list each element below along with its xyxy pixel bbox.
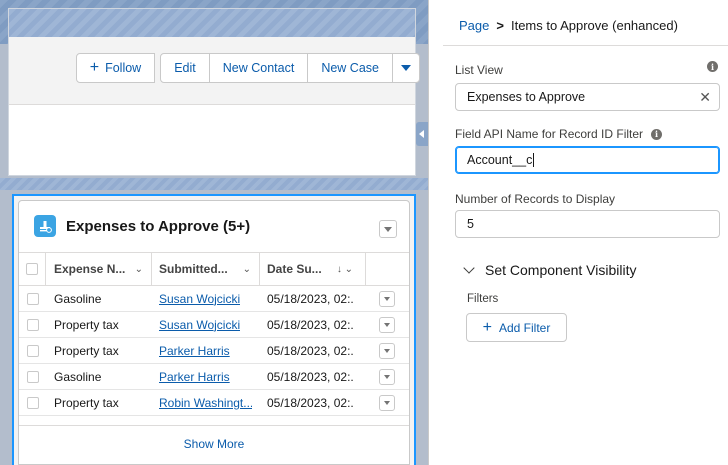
row-checkbox[interactable] (26, 292, 39, 305)
clear-icon[interactable]: ✕ (699, 89, 711, 106)
row-checkbox[interactable] (26, 370, 39, 383)
row-actions-button[interactable] (379, 342, 395, 359)
date-submitted: 05/18/2023, 02:... (267, 395, 354, 410)
chevron-down-icon[interactable]: ⌄ (135, 264, 143, 275)
caret-down-icon (384, 322, 390, 327)
select-all-checkbox[interactable] (26, 263, 38, 275)
breadcrumb-current: Items to Approve (enhanced) (510, 18, 678, 33)
column-expense-name[interactable]: Expense N... ⌄ (46, 253, 152, 285)
row-actions-button[interactable] (379, 368, 395, 385)
new-contact-button[interactable]: New Contact (208, 53, 309, 83)
row-checkbox[interactable] (26, 396, 39, 409)
num-records-label: Number of Records to Display (455, 192, 616, 206)
related-list-card[interactable]: Expenses to Approve (5+) Expense N... ⌄ … (18, 200, 410, 465)
expense-name: Property tax (54, 395, 119, 410)
record-actions: + Follow Edit New Contact New Case (75, 53, 420, 83)
related-list-header: Expenses to Approve (5+) (19, 201, 409, 251)
date-submitted: 05/18/2023, 02:... (267, 317, 354, 332)
row-checkbox[interactable] (26, 318, 39, 331)
caret-down-icon (384, 226, 392, 232)
collapse-panel-handle[interactable] (416, 122, 428, 146)
list-view-combobox[interactable]: Expenses to Approve ✕ (455, 83, 720, 111)
row-actions-button[interactable] (379, 316, 395, 333)
row-actions-button[interactable] (379, 290, 395, 307)
show-more-link[interactable]: Show More (19, 425, 409, 461)
breadcrumb-separator: > (496, 18, 504, 33)
add-filter-button[interactable]: + Add Filter (466, 313, 567, 342)
highlights-panel[interactable] (8, 8, 416, 176)
date-submitted: 05/18/2023, 02:... (267, 369, 354, 384)
table-row: Property tax Susan Wojcicki 05/18/2023, … (19, 312, 409, 338)
region-divider (0, 178, 428, 190)
expense-name: Gasoline (54, 369, 102, 384)
text-cursor (533, 153, 535, 167)
plus-icon: + (482, 318, 492, 336)
component-visibility-toggle[interactable]: Set Component Visibility (463, 262, 636, 278)
list-view-label: List View (455, 63, 503, 77)
plus-icon: + (89, 59, 100, 76)
submitted-by-link[interactable]: Parker Harris (159, 344, 230, 358)
caret-down-icon (384, 296, 390, 301)
field-api-name-input[interactable]: Account__c (455, 146, 720, 174)
chevron-down-icon[interactable]: ⌄ (243, 264, 251, 275)
expense-name: Property tax (54, 317, 119, 332)
column-date-submitted[interactable]: Date Su... ↓ ⌄ (260, 253, 366, 285)
caret-down-icon (401, 65, 411, 71)
edit-button[interactable]: Edit (160, 53, 210, 83)
table-row: Property tax Robin Washingt... 05/18/202… (19, 390, 409, 416)
column-submitted-by[interactable]: Submitted... ⌄ (152, 253, 260, 285)
panel-header-divider (443, 45, 728, 46)
chevron-down-icon (463, 262, 475, 274)
row-actions-button[interactable] (379, 394, 395, 411)
more-actions-button[interactable] (392, 53, 420, 83)
breadcrumb-page-link[interactable]: Page (459, 18, 489, 33)
info-icon[interactable]: i (707, 61, 718, 72)
submitted-by-link[interactable]: Robin Washingt... (159, 396, 252, 410)
date-submitted: 05/18/2023, 02:... (267, 343, 354, 358)
follow-button[interactable]: + Follow (75, 53, 156, 83)
submitted-by-link[interactable]: Susan Wojcicki (159, 292, 240, 306)
caret-down-icon (384, 400, 390, 405)
field-api-label-row: Field API Name for Record ID Filter i (455, 127, 663, 141)
date-submitted: 05/18/2023, 02:... (267, 291, 354, 306)
info-icon[interactable]: i (651, 128, 663, 140)
expense-name: Property tax (54, 343, 119, 358)
submitted-by-link[interactable]: Parker Harris (159, 370, 230, 384)
page-canvas: + Follow Edit New Contact New Case Expen… (0, 0, 428, 465)
table-row: Gasoline Susan Wojcicki 05/18/2023, 02:.… (19, 286, 409, 312)
num-records-input[interactable]: 5 (455, 210, 720, 238)
table-row: Property tax Parker Harris 05/18/2023, 0… (19, 338, 409, 364)
related-list-title[interactable]: Expenses to Approve (5+) (66, 218, 250, 235)
expense-name: Gasoline (54, 291, 102, 306)
submitted-by-link[interactable]: Susan Wojcicki (159, 318, 240, 332)
list-actions-menu[interactable] (379, 220, 397, 238)
filters-label: Filters (467, 293, 499, 305)
table-row: Gasoline Parker Harris 05/18/2023, 02:..… (19, 364, 409, 390)
expenses-table: Expense N... ⌄ Submitted... ⌄ Date Su...… (19, 252, 409, 416)
caret-down-icon (384, 374, 390, 379)
new-case-button[interactable]: New Case (307, 53, 393, 83)
row-checkbox[interactable] (26, 344, 39, 357)
highlights-banner (9, 9, 415, 37)
caret-down-icon (384, 348, 390, 353)
properties-panel: Page > Items to Approve (enhanced) List … (429, 0, 728, 465)
expense-object-icon (34, 215, 56, 237)
breadcrumb: Page > Items to Approve (enhanced) (459, 18, 678, 33)
table-header: Expense N... ⌄ Submitted... ⌄ Date Su...… (19, 252, 409, 286)
sort-down-arrow-icon[interactable]: ↓ ⌄ (337, 264, 353, 275)
